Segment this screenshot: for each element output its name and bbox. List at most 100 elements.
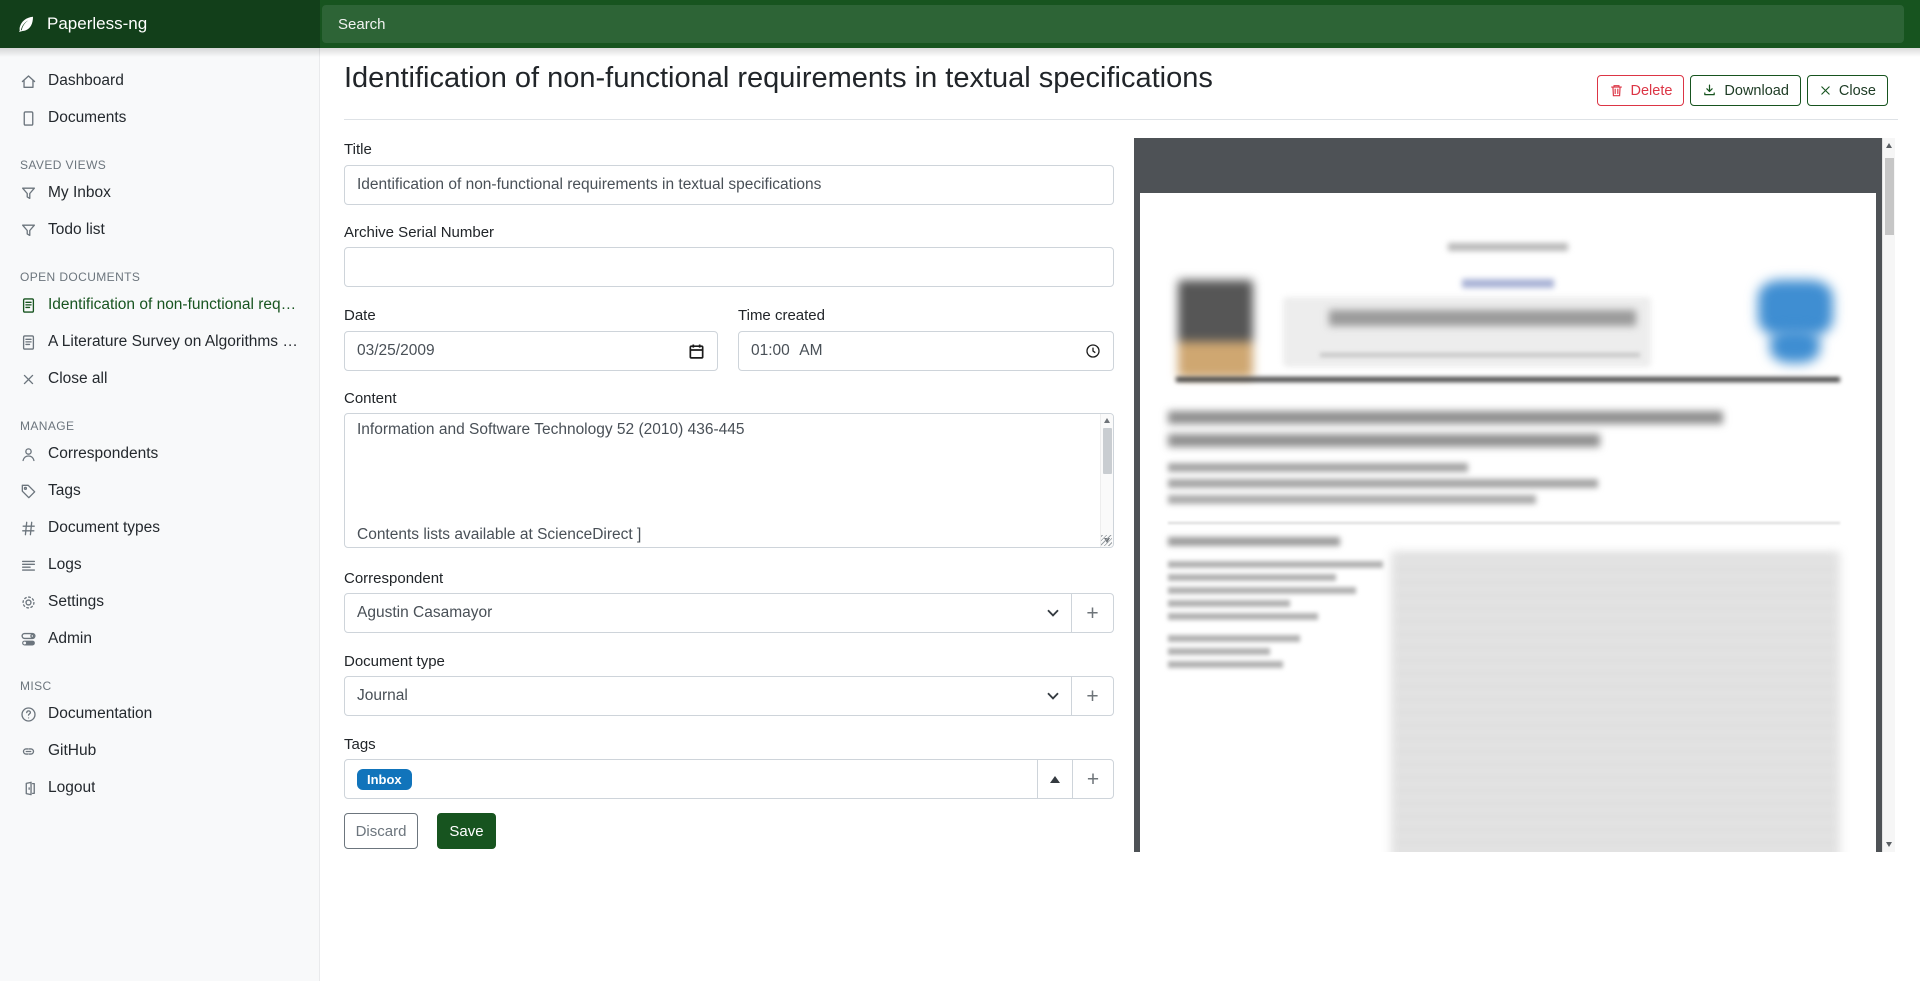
sidebar-item-correspondents[interactable]: Correspondents [0, 439, 319, 469]
save-button[interactable]: Save [437, 813, 496, 849]
sidebar-item-admin[interactable]: Admin [0, 624, 319, 654]
date-value: 03/25/2009 [357, 342, 688, 360]
sidebar-section-misc: MISC [20, 679, 299, 693]
sidebar-item-label: Documentation [48, 705, 152, 723]
sidebar-item-label: My Inbox [48, 184, 111, 202]
preview-blur-shape [1168, 479, 1598, 488]
leaf-logo-icon [16, 14, 36, 34]
sidebar-item-document-types[interactable]: Document types [0, 513, 319, 543]
file-text-icon [20, 334, 37, 351]
sidebar-item-label: Tags [48, 482, 81, 500]
document-type-select[interactable]: Journal [344, 676, 1072, 716]
scroll-up-icon[interactable] [1104, 418, 1110, 423]
sidebar-item-github[interactable]: GitHub [0, 736, 319, 766]
sidebar-item-label: Close all [48, 370, 107, 388]
content-scrollbar[interactable] [1100, 414, 1113, 547]
preview-page [1140, 193, 1876, 852]
caret-up-icon [1050, 776, 1060, 783]
preview-blur-shape [1391, 553, 1840, 852]
preview-blur-shape [1168, 661, 1283, 668]
header-buttons: Delete Download Close [1597, 75, 1889, 106]
tags-input[interactable]: Inbox [344, 759, 1038, 799]
content-label: Content [344, 390, 397, 407]
house-icon [20, 73, 37, 90]
sidebar-item-dashboard[interactable]: Dashboard [0, 66, 319, 96]
sidebar-item-label: Dashboard [48, 72, 124, 90]
preview-blur-shape [1448, 243, 1568, 251]
preview-blur-shape [1168, 574, 1336, 581]
preview-blur-shape [1320, 353, 1640, 357]
trash-icon [1609, 83, 1624, 98]
sidebar-item-label: A Literature Survey on Algorithms for Mu… [48, 333, 299, 351]
close-button[interactable]: Close [1807, 75, 1888, 106]
calendar-icon[interactable] [688, 343, 705, 360]
clock-icon[interactable] [1085, 343, 1101, 359]
date-input[interactable]: 03/25/2009 [344, 331, 718, 371]
sidebar-item-logout[interactable]: Logout [0, 773, 319, 803]
top-navbar: Paperless-ng [0, 0, 1920, 48]
document-type-group: Journal + [344, 676, 1114, 716]
add-correspondent-button[interactable]: + [1071, 593, 1114, 633]
list-icon [20, 557, 37, 574]
scroll-up-icon[interactable] [1886, 143, 1892, 148]
sidebar-item-documentation[interactable]: Documentation [0, 699, 319, 729]
sidebar: Dashboard Documents SAVED VIEWS My Inbox… [0, 48, 320, 981]
preview-blur-shape [1329, 310, 1636, 326]
preview-blur-shape [1168, 561, 1383, 568]
sidebar-item-label: Identification of non-functional require… [48, 296, 299, 314]
search-input[interactable] [322, 5, 1904, 43]
funnel-icon [20, 222, 37, 239]
sidebar-item-todo-list[interactable]: Todo list [0, 215, 319, 245]
download-icon [1702, 83, 1717, 98]
delete-button[interactable]: Delete [1597, 75, 1685, 106]
preview-blur-shape [1168, 522, 1840, 524]
preview-scrollbar[interactable] [1882, 138, 1895, 852]
tags-dropdown-toggle-button[interactable] [1037, 759, 1073, 799]
sidebar-item-logs[interactable]: Logs [0, 550, 319, 580]
discard-button[interactable]: Discard [344, 813, 418, 849]
title-input[interactable] [344, 165, 1114, 205]
plus-icon: + [1086, 603, 1098, 624]
sidebar-item-my-inbox[interactable]: My Inbox [0, 178, 319, 208]
asn-input[interactable] [344, 247, 1114, 287]
sidebar-item-open-doc-2[interactable]: A Literature Survey on Algorithms for Mu… [0, 327, 319, 357]
sidebar-item-documents[interactable]: Documents [0, 103, 319, 133]
resize-grip-icon[interactable] [1101, 535, 1112, 546]
scrollbar-thumb[interactable] [1103, 428, 1112, 474]
sidebar-item-label: Todo list [48, 221, 105, 239]
scrollbar-thumb[interactable] [1885, 158, 1894, 235]
time-label: Time created [738, 307, 825, 324]
chevron-down-icon [1047, 604, 1059, 622]
sidebar-item-label: Logs [48, 556, 82, 574]
preview-blur-shape [1168, 587, 1356, 594]
correspondent-select[interactable]: Agustin Casamayor [344, 593, 1072, 633]
preview-blur-shape [1168, 613, 1318, 620]
preview-viewer-background [1134, 138, 1882, 852]
preview-blur-shape [1176, 377, 1840, 382]
document-type-value: Journal [357, 687, 408, 705]
download-button[interactable]: Download [1690, 75, 1801, 106]
add-tag-button[interactable]: + [1072, 759, 1114, 799]
preview-blur-shape [1168, 635, 1300, 642]
sidebar-item-tags[interactable]: Tags [0, 476, 319, 506]
scroll-down-icon[interactable] [1886, 842, 1892, 847]
sidebar-item-settings[interactable]: Settings [0, 587, 319, 617]
sidebar-section-saved-views: SAVED VIEWS [20, 158, 299, 172]
sidebar-item-open-doc-1[interactable]: Identification of non-functional require… [0, 290, 319, 320]
tag-badge-inbox[interactable]: Inbox [357, 769, 412, 790]
content-textarea[interactable]: Information and Software Technology 52 (… [344, 413, 1114, 548]
plus-icon: + [1086, 686, 1098, 707]
app-brand[interactable]: Paperless-ng [0, 0, 320, 48]
sidebar-item-label: Settings [48, 593, 104, 611]
download-button-label: Download [1724, 83, 1789, 99]
main-content: Identification of non-functional require… [320, 48, 1920, 981]
search-bar [320, 0, 1920, 48]
time-input[interactable]: 01:00 AM [738, 331, 1114, 371]
sidebar-item-close-all[interactable]: Close all [0, 364, 319, 394]
preview-blur-shape [1168, 537, 1340, 546]
preview-blur-shape [1168, 463, 1468, 472]
tags-group: Inbox + [344, 759, 1114, 799]
add-document-type-button[interactable]: + [1071, 676, 1114, 716]
close-icon [20, 371, 37, 388]
plus-icon: + [1087, 769, 1099, 790]
